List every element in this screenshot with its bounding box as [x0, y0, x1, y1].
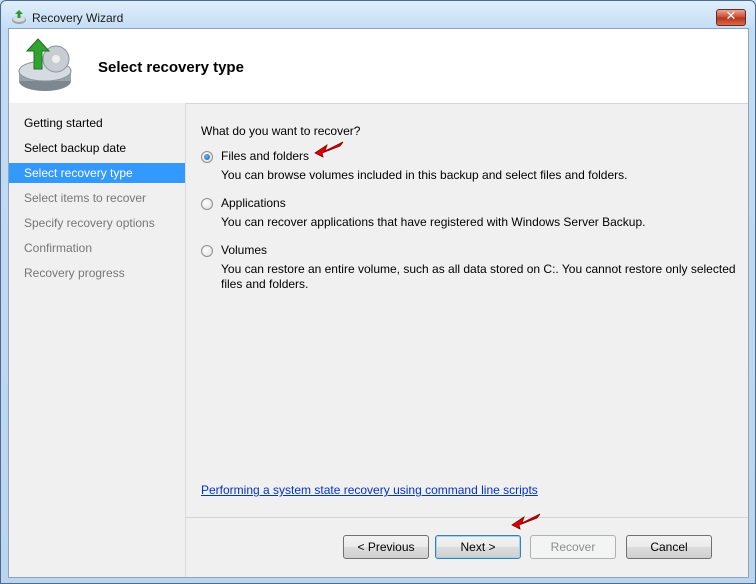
step-specify-options: Specify recovery options: [24, 216, 155, 230]
files-folders-radio[interactable]: [201, 151, 213, 163]
recovery-question: What do you want to recover?: [201, 124, 361, 138]
page-title: Select recovery type: [98, 59, 244, 76]
step-getting-started: Getting started: [24, 116, 103, 130]
applications-description: You can recover applications that have r…: [221, 215, 646, 229]
step-select-backup-date: Select backup date: [24, 141, 127, 155]
backup-app-icon: [12, 10, 26, 24]
volumes-description: You can restore an entire volume, such a…: [221, 262, 736, 291]
applications-label[interactable]: Applications: [221, 196, 286, 210]
step-recovery-progress: Recovery progress: [24, 266, 125, 280]
recover-button[interactable]: Recover: [530, 535, 616, 559]
files-folders-label[interactable]: Files and folders: [221, 149, 309, 163]
volumes-label[interactable]: Volumes: [221, 243, 267, 257]
title-bar[interactable]: Recovery Wizard ✕: [1, 1, 755, 31]
applications-radio[interactable]: [201, 198, 213, 210]
recovery-wizard-window: Recovery Wizard ✕ Select recovery type G…: [0, 0, 756, 584]
wizard-content: What do you want to recover? Files and f…: [193, 103, 748, 517]
cancel-button[interactable]: Cancel: [626, 535, 712, 559]
window-title: Recovery Wizard: [32, 11, 124, 25]
volumes-radio[interactable]: [201, 245, 213, 257]
step-select-recovery-type: Select recovery type: [9, 163, 185, 183]
next-button[interactable]: Next >: [435, 535, 521, 559]
wizard-steps-pane: Getting started Select backup date Selec…: [9, 103, 186, 577]
server-backup-icon: [18, 38, 72, 91]
step-confirmation: Confirmation: [24, 241, 93, 255]
annotation-arrow-icon: [314, 141, 344, 158]
close-button[interactable]: ✕: [716, 9, 746, 26]
system-state-recovery-link[interactable]: Performing a system state recovery using…: [201, 483, 538, 497]
wizard-header: Select recovery type: [9, 29, 748, 104]
previous-button[interactable]: < Previous: [343, 535, 429, 559]
annotation-arrow-icon: [511, 513, 541, 530]
close-icon: ✕: [725, 9, 737, 24]
files-folders-description: You can browse volumes included in this …: [221, 168, 628, 182]
step-select-items: Select items to recover: [24, 191, 147, 205]
wizard-footer: < Previous Next > Recover Cancel: [185, 513, 748, 578]
wizard-client-area: Select recovery type Getting started Sel…: [8, 28, 749, 578]
